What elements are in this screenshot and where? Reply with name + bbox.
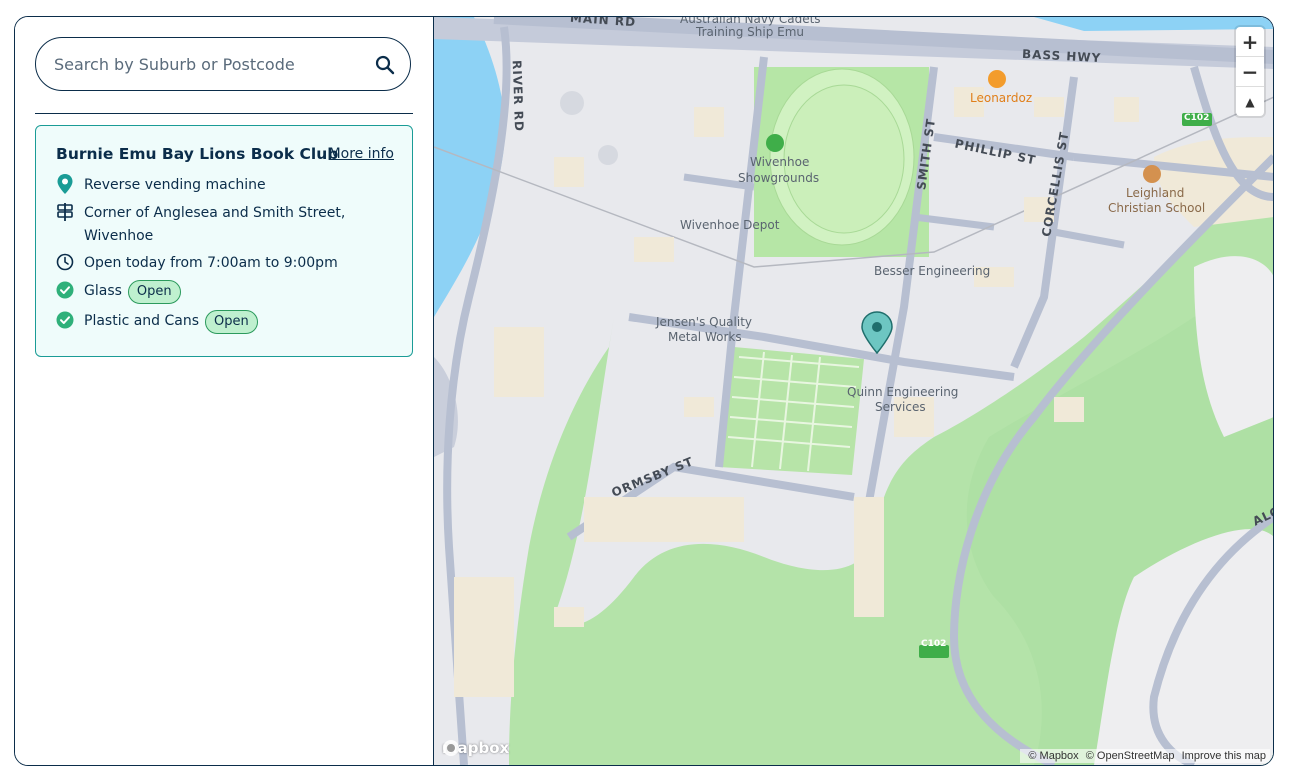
location-card[interactable]: Burnie Emu Bay Lions Book Club More info… xyxy=(35,125,413,357)
location-title: Burnie Emu Bay Lions Book Club xyxy=(56,145,339,163)
place-label: Leonardoz xyxy=(970,91,1033,105)
place-label: Leighland xyxy=(1126,186,1185,200)
place-label: Wivenhoe Depot xyxy=(680,218,780,232)
mapbox-logo[interactable]: mapbox xyxy=(442,739,509,757)
place-label: Services xyxy=(875,400,926,414)
place-label: Quinn Engineering xyxy=(847,385,959,399)
place-label: Jensen's Quality xyxy=(656,315,753,329)
place-label: Wivenhoe xyxy=(750,155,810,169)
route-shield: C102 xyxy=(1184,113,1210,123)
clock-icon xyxy=(56,252,74,272)
material-name: Plastic and Cans xyxy=(84,313,200,329)
search-icon[interactable] xyxy=(374,54,396,76)
status-badge: Open xyxy=(127,280,181,304)
address-row: Corner of Anglesea and Smith Street, Wiv… xyxy=(56,202,345,248)
material-name: Glass xyxy=(84,283,122,299)
place-label: Metal Works xyxy=(668,330,742,344)
more-info-link[interactable]: More info xyxy=(329,146,394,162)
sidebar: Burnie Emu Bay Lions Book Club More info… xyxy=(15,17,433,765)
route-shield: C102 xyxy=(921,639,947,649)
attribution-mapbox[interactable]: © Mapbox xyxy=(1028,750,1078,762)
status-badge: Open xyxy=(205,310,258,334)
signpost-icon xyxy=(56,202,74,222)
machine-type: Reverse vending machine xyxy=(84,177,266,193)
map-view[interactable]: MAIN RD BASS HWY RIVER RD SMITH ST PHILL… xyxy=(433,17,1273,765)
improve-map-link[interactable]: Improve this map xyxy=(1182,750,1266,762)
place-label: Showgrounds xyxy=(738,171,820,185)
search-input[interactable] xyxy=(52,53,366,75)
material-row-glass: Glass Open xyxy=(56,280,181,304)
hours-row: Open today from 7:00am to 9:00pm xyxy=(56,252,338,275)
material-row-plastic: Plastic and Cans Open xyxy=(56,310,258,334)
locator-panel: Burnie Emu Bay Lions Book Club More info… xyxy=(14,16,1274,766)
address-line-2: Wivenhoe xyxy=(84,228,154,244)
check-circle-icon xyxy=(56,310,74,330)
place-label: Training Ship Emu xyxy=(696,25,805,39)
check-circle-icon xyxy=(56,280,74,300)
type-row: Reverse vending machine xyxy=(56,174,266,197)
road-label: RIVER RD xyxy=(509,59,527,133)
place-label: Besser Engineering xyxy=(874,264,991,278)
zoom-controls: + − ▲ xyxy=(1236,27,1264,116)
divider xyxy=(35,113,413,114)
opening-hours: Open today from 7:00am to 9:00pm xyxy=(84,255,338,271)
mapbox-icon xyxy=(443,740,459,756)
zoom-out-button[interactable]: − xyxy=(1236,57,1264,87)
attribution-osm[interactable]: © OpenStreetMap xyxy=(1086,750,1175,762)
place-label: Christian School xyxy=(1108,201,1206,215)
map-pin-icon xyxy=(56,174,74,194)
zoom-in-button[interactable]: + xyxy=(1236,27,1264,57)
address-line-1: Corner of Anglesea and Smith Street, xyxy=(84,205,346,221)
compass-button[interactable]: ▲ xyxy=(1236,87,1264,116)
search-box xyxy=(35,37,411,91)
attribution: © Mapbox © OpenStreetMap Improve this ma… xyxy=(1020,749,1270,763)
